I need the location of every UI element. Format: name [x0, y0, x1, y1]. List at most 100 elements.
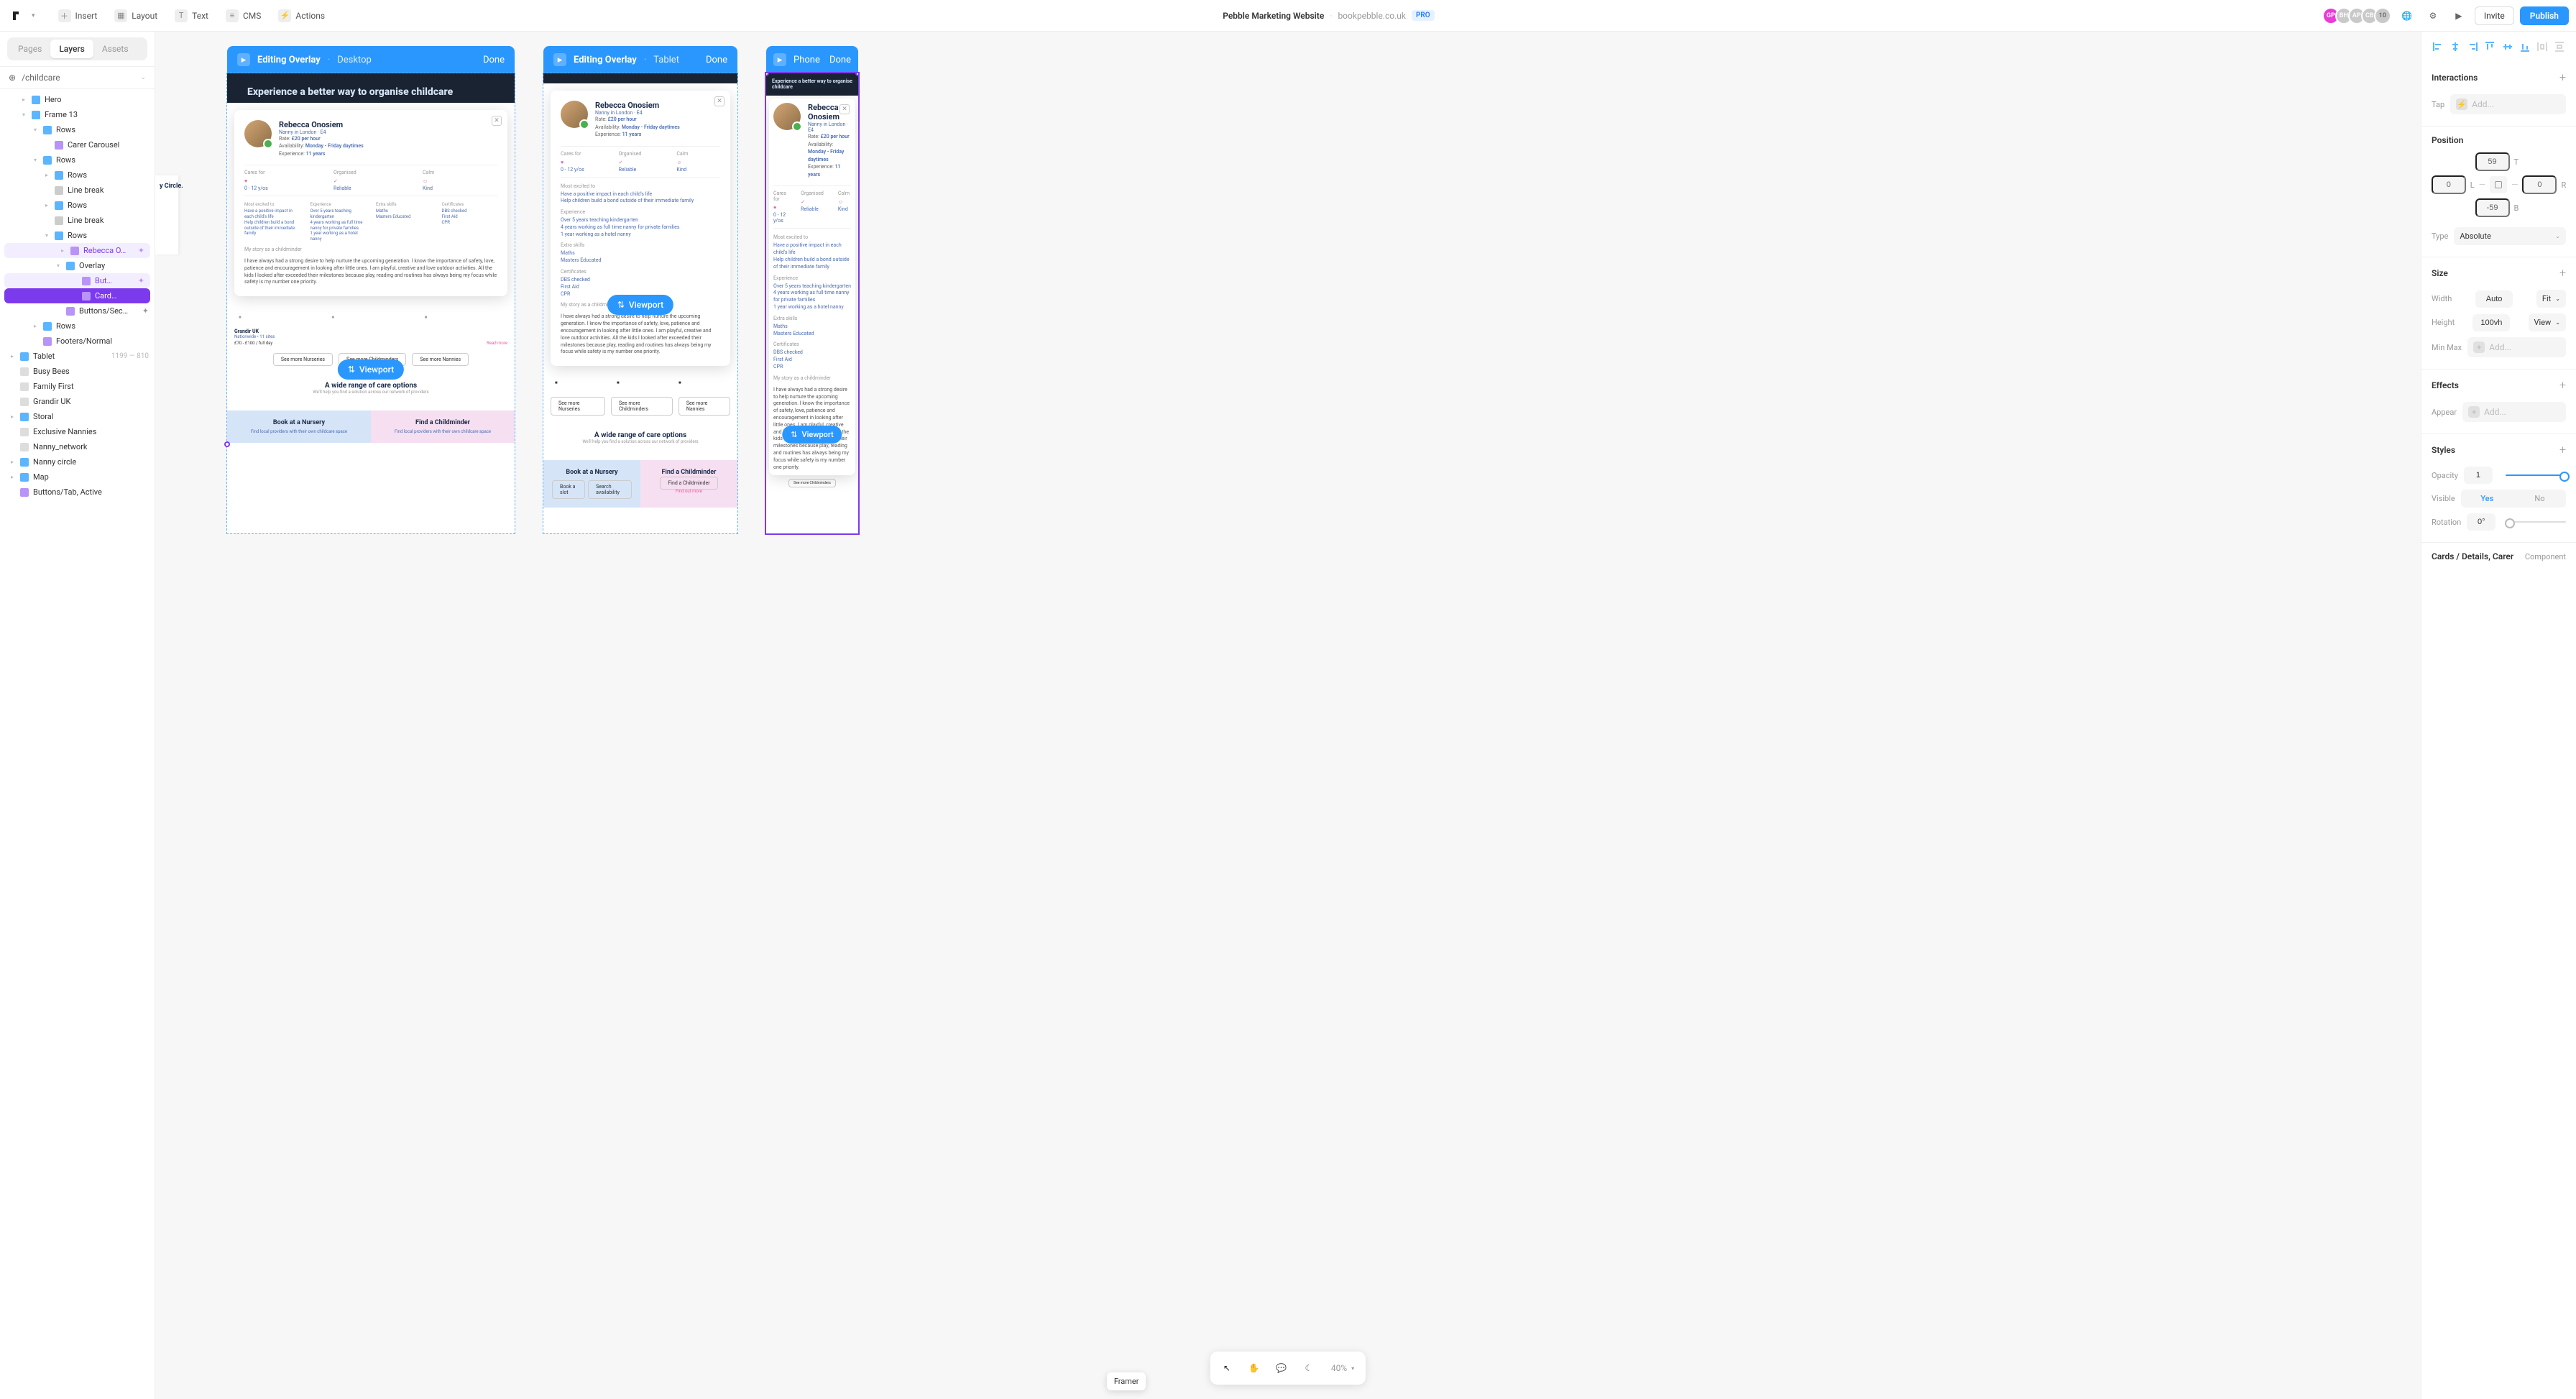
layer-row[interactable]: Line break — [0, 183, 155, 198]
add-minmax-button[interactable]: +Add... — [2467, 337, 2566, 357]
layer-row[interactable]: ▸Rows — [0, 168, 155, 183]
done-button[interactable]: Done — [829, 55, 851, 65]
layer-row[interactable]: Buttons/Sec…✦ — [0, 303, 155, 318]
layer-row[interactable]: ▸Hero — [0, 92, 155, 107]
layer-row[interactable]: Nanny_network — [0, 439, 155, 454]
width-input[interactable] — [2475, 290, 2513, 308]
insert-button[interactable]: ＋Insert — [52, 6, 104, 25]
see-more-nannies[interactable]: See more Nannies — [412, 353, 469, 366]
rotation-input[interactable] — [2467, 513, 2496, 531]
layer-row[interactable]: ▸Rows — [0, 318, 155, 334]
layer-row[interactable]: Footers/Normal — [0, 334, 155, 349]
layer-tree[interactable]: ▸Hero▾Frame 13▾RowsCarer Carousel▾Rows▸R… — [0, 89, 155, 1399]
cms-button[interactable]: ≡CMS — [220, 6, 267, 25]
layer-row[interactable]: Busy Bees — [0, 364, 155, 379]
add-size-icon[interactable]: + — [2559, 266, 2566, 280]
distribute-h-icon[interactable] — [2536, 40, 2549, 53]
layer-row[interactable]: Family First — [0, 379, 155, 394]
artboard-tablet[interactable]: ▸Editing Overlay·Tablet Done ✕ Rebecca O… — [543, 46, 737, 533]
position-top[interactable] — [2475, 152, 2510, 171]
close-icon[interactable]: ✕ — [714, 96, 724, 106]
gear-icon[interactable]: ⚙ — [2423, 6, 2443, 26]
tab-assets[interactable]: Assets — [93, 40, 137, 58]
viewport-badge[interactable]: ⇅ Viewport — [782, 426, 842, 444]
opacity-slider[interactable] — [2506, 474, 2566, 476]
add-effect-icon[interactable]: + — [2559, 378, 2566, 392]
height-input[interactable] — [2472, 314, 2510, 331]
layer-row[interactable]: ▸Map — [0, 469, 155, 485]
layer-row[interactable]: ▸Tablet1199 — 810 — [0, 349, 155, 364]
position-bottom[interactable] — [2475, 198, 2510, 217]
align-h-center-icon[interactable] — [2449, 40, 2462, 53]
viewport-badge[interactable]: ⇅ Viewport — [607, 295, 673, 315]
page-path[interactable]: ⊕ /childcare ⌄ — [0, 66, 155, 89]
collaborator-avatars[interactable]: GP BH AP CB 10 — [2327, 7, 2391, 24]
actions-button[interactable]: ⚡Actions — [272, 6, 331, 25]
see-more-nurseries[interactable]: See more Nurseries — [273, 353, 333, 366]
avatar-more[interactable]: 10 — [2374, 7, 2391, 24]
opacity-input[interactable] — [2464, 467, 2493, 484]
close-icon[interactable]: ✕ — [492, 116, 502, 126]
layer-row[interactable]: ▸Rebecca O…✦ — [4, 243, 150, 258]
layer-row[interactable]: Carer Carousel — [0, 137, 155, 152]
close-icon[interactable]: ✕ — [840, 104, 850, 114]
artboard-phone[interactable]: ▸Phone Done Experience a better way to o… — [766, 46, 858, 533]
height-mode-select[interactable]: View⌄ — [2529, 313, 2566, 331]
canvas[interactable]: y Circle. ▸Editing Overlay·Desktop Done … — [155, 32, 2421, 1399]
chevron-down-icon[interactable]: ▾ — [32, 12, 35, 19]
tab-layers[interactable]: Layers — [50, 40, 93, 58]
layer-row[interactable]: Line break — [0, 213, 155, 228]
align-v-center-icon[interactable] — [2501, 40, 2514, 53]
layer-row[interactable]: ▸Rows — [0, 198, 155, 213]
invite-button[interactable]: Invite — [2475, 6, 2514, 25]
artboard-desktop[interactable]: ▸Editing Overlay·Desktop Done Experience… — [227, 46, 515, 533]
layout-button[interactable]: ▦Layout — [109, 6, 163, 25]
align-bottom-icon[interactable] — [2518, 40, 2531, 53]
layer-row[interactable]: Grandir UK — [0, 394, 155, 409]
layer-row[interactable]: ▾Rows — [0, 122, 155, 137]
play-icon[interactable]: ▶ — [2449, 6, 2469, 26]
done-button[interactable]: Done — [706, 55, 727, 65]
play-icon[interactable]: ▸ — [237, 53, 250, 66]
add-style-icon[interactable]: + — [2559, 443, 2566, 457]
hand-tool[interactable]: ✋ — [1242, 1356, 1266, 1380]
cursor-tool[interactable]: ↖ — [1215, 1356, 1239, 1380]
done-button[interactable]: Done — [483, 55, 505, 65]
theme-toggle[interactable]: ☾ — [1297, 1356, 1321, 1380]
play-icon[interactable]: ▸ — [553, 53, 566, 66]
app-logo[interactable] — [7, 6, 26, 25]
visible-toggle[interactable]: Yes No — [2461, 490, 2566, 508]
layer-row[interactable]: ▾Rows — [0, 152, 155, 168]
project-title[interactable]: Pebble Marketing Website — [1223, 11, 1324, 21]
position-right[interactable] — [2522, 175, 2557, 194]
layer-row[interactable]: Card… — [4, 288, 150, 303]
layer-row[interactable]: But…✦ — [4, 273, 150, 288]
width-mode-select[interactable]: Fit⌄ — [2536, 290, 2566, 308]
layer-row[interactable]: ▾Rows — [0, 228, 155, 243]
globe-icon[interactable]: 🌐 — [2397, 6, 2417, 26]
layer-row[interactable]: ▾Frame 13 — [0, 107, 155, 122]
align-left-icon[interactable] — [2432, 40, 2444, 53]
publish-button[interactable]: Publish — [2520, 6, 2569, 25]
text-button[interactable]: TText — [169, 6, 214, 25]
add-interaction-icon[interactable]: + — [2559, 70, 2566, 84]
position-anchor[interactable] — [2490, 176, 2507, 193]
add-tap-button[interactable]: ⚡Add... — [2450, 94, 2566, 114]
layer-row[interactable]: ▾Overlay — [0, 258, 155, 273]
comment-tool[interactable]: 💬 — [1269, 1356, 1294, 1380]
layer-row[interactable]: ▸Storal — [0, 409, 155, 424]
position-type-select[interactable]: Absolute⌄ — [2454, 227, 2566, 245]
layer-row[interactable]: ▸Nanny circle — [0, 454, 155, 469]
play-icon[interactable]: ▸ — [773, 53, 786, 66]
chevron-down-icon[interactable]: ⌄ — [140, 74, 146, 81]
align-top-icon[interactable] — [2483, 40, 2496, 53]
add-appear-button[interactable]: +Add... — [2462, 402, 2566, 422]
layer-row[interactable]: Buttons/Tab, Active — [0, 485, 155, 500]
zoom-control[interactable]: 40%▾ — [1324, 1363, 1361, 1373]
viewport-badge[interactable]: ⇅ Viewport — [338, 359, 404, 380]
align-right-icon[interactable] — [2466, 40, 2479, 53]
distribute-v-icon[interactable] — [2553, 40, 2566, 53]
layer-row[interactable]: Exclusive Nannies — [0, 424, 155, 439]
position-left[interactable] — [2432, 175, 2466, 194]
rotation-slider[interactable] — [2508, 521, 2566, 523]
